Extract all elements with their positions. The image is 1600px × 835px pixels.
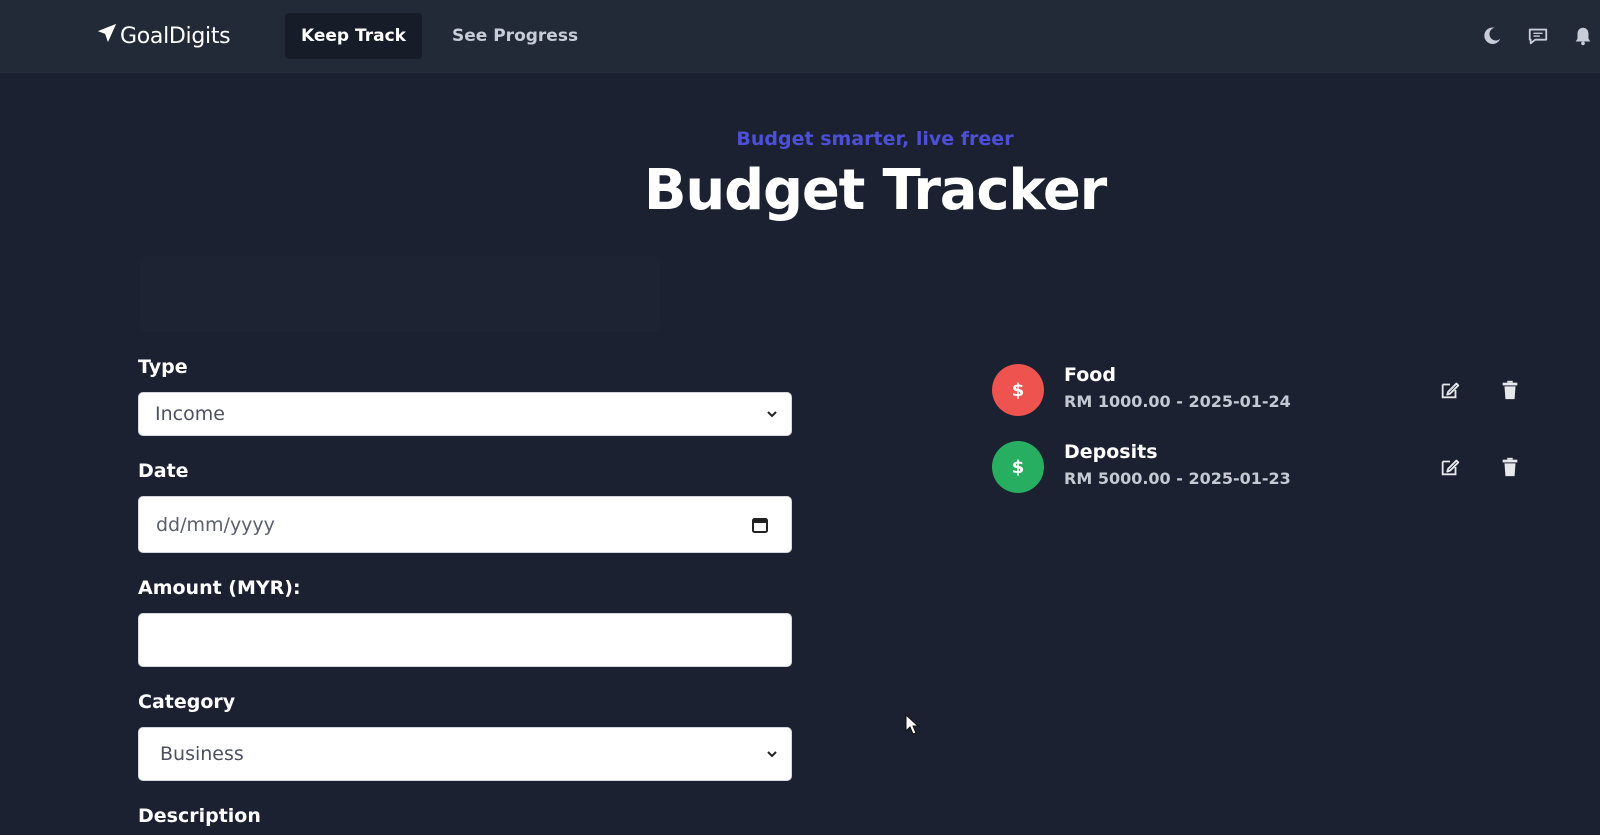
chevron-down-icon: [767, 411, 777, 418]
transaction-detail: RM 5000.00 - 2025-01-23: [1064, 469, 1291, 488]
date-placeholder: dd/mm/yyyy: [156, 513, 275, 536]
brand-logo[interactable]: GoalDigits: [96, 20, 231, 52]
bell-icon[interactable]: [1571, 24, 1595, 48]
chevron-down-icon: [767, 751, 777, 758]
transaction-detail: RM 1000.00 - 2025-01-24: [1064, 392, 1291, 411]
category-select-value: Business: [160, 743, 244, 765]
edit-icon[interactable]: [1438, 455, 1462, 479]
empty-panel: [140, 256, 660, 332]
page-title: Budget Tracker: [643, 158, 1107, 223]
dollar-icon: $: [992, 364, 1044, 416]
type-label: Type: [138, 356, 188, 378]
category-label: Category: [138, 691, 236, 713]
description-label: Description: [138, 805, 261, 827]
navbar: GoalDigits Keep Track See Progress: [0, 0, 1600, 73]
date-label: Date: [138, 460, 189, 482]
tagline: Budget smarter, live freer: [736, 128, 1014, 150]
calendar-icon[interactable]: [751, 516, 769, 534]
type-select-value: Income: [155, 403, 225, 425]
list-item: $ Deposits RM 5000.00 - 2025-01-23: [992, 441, 1532, 497]
transaction-name: Food: [1064, 364, 1116, 386]
edit-icon[interactable]: [1438, 378, 1462, 402]
chat-icon[interactable]: [1526, 24, 1550, 48]
amount-label: Amount (MYR):: [138, 577, 301, 599]
trash-icon[interactable]: [1498, 455, 1522, 479]
type-select[interactable]: Income: [138, 392, 792, 436]
date-input[interactable]: dd/mm/yyyy: [138, 496, 792, 553]
moon-icon[interactable]: [1480, 24, 1504, 48]
amount-input[interactable]: [138, 613, 792, 667]
paper-plane-icon: [96, 22, 118, 50]
trash-icon[interactable]: [1498, 378, 1522, 402]
mouse-cursor-icon: [905, 714, 920, 735]
nav-link-see-progress[interactable]: See Progress: [436, 13, 594, 59]
nav-link-keep-track[interactable]: Keep Track: [285, 13, 422, 59]
brand-name: GoalDigits: [120, 23, 231, 49]
category-select[interactable]: Business: [138, 727, 792, 781]
transaction-name: Deposits: [1064, 441, 1158, 463]
list-item: $ Food RM 1000.00 - 2025-01-24: [992, 364, 1532, 420]
dollar-icon: $: [992, 441, 1044, 493]
